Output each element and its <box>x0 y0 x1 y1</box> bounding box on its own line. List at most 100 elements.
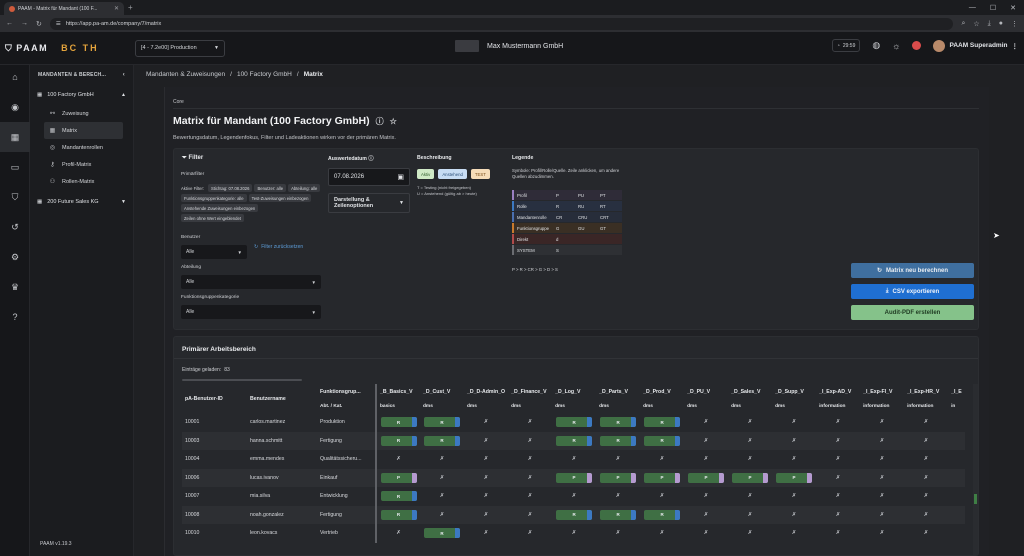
matrix-cell[interactable]: ✗ <box>684 505 729 524</box>
breadcrumb-link-mandanten[interactable]: Mandanten & Zuweisungen <box>146 71 225 78</box>
breadcrumb-link-company[interactable]: 100 Factory GmbH <box>237 71 292 78</box>
matrix-cell[interactable]: R <box>420 431 464 450</box>
session-timer[interactable]: ◔ 29:59 <box>831 39 861 52</box>
matrix-cell[interactable]: ✗ <box>684 413 729 432</box>
user-shield-icon[interactable]: ◉ <box>0 92 30 122</box>
matrix-cell[interactable]: ✗ <box>904 450 949 469</box>
matrix-cell[interactable]: ✗ <box>684 450 729 469</box>
matrix-cell[interactable]: ✗ <box>904 524 949 543</box>
profile-badge[interactable]: P <box>556 472 593 483</box>
user-menu[interactable]: PAAM Superadmin ⋮ <box>933 39 1018 52</box>
table-row[interactable]: 10010 leon.kovacs Vertrieb ✗ R ✗ ✗ ✗ ✗ ✗ ✗ ✗ ✗ ✗ ✗ ✗ <box>182 524 965 543</box>
sidebar-item-matrix[interactable]: ▦ Matrix <box>44 122 123 139</box>
downloads-icon[interactable]: ⤓ <box>988 20 991 28</box>
matrix-cell[interactable]: P <box>596 468 641 487</box>
matrix-cell[interactable]: ✗ <box>860 468 905 487</box>
matrix-cell[interactable]: R <box>376 431 420 450</box>
matrix-cell[interactable]: R <box>552 413 597 432</box>
vertical-scrollbar[interactable] <box>973 384 978 555</box>
maximize-icon[interactable]: ☐ <box>990 4 996 12</box>
matrix-cell[interactable]: ✗ <box>464 487 509 506</box>
matrix-cell[interactable]: ✗ <box>640 524 685 543</box>
site-info-icon[interactable]: ☰ <box>56 21 61 27</box>
matrix-column-header[interactable]: _D_Finance_V <box>508 384 552 399</box>
matrix-cell[interactable]: ✗ <box>376 450 420 469</box>
role-badge[interactable]: R <box>380 417 417 428</box>
matrix-cell[interactable]: P <box>552 468 597 487</box>
matrix-column-header[interactable]: _I_E <box>948 384 965 399</box>
legend-row-profil[interactable]: Profil P PU PT <box>512 190 622 200</box>
matrix-cell[interactable]: R <box>420 524 464 543</box>
reset-filters-link[interactable]: ↻ Filter zurücksetzen <box>254 244 303 250</box>
sidebar-item-profil-matrix[interactable]: ⚷ Profil-Matrix <box>44 156 123 173</box>
matrix-cell[interactable]: ✗ <box>860 524 905 543</box>
matrix-cell[interactable]: ✗ <box>904 487 949 506</box>
role-badge[interactable]: R <box>556 435 593 446</box>
matrix-cell[interactable]: ✗ <box>684 524 729 543</box>
matrix-cell[interactable]: ✗ <box>640 487 685 506</box>
matrix-column-header[interactable]: _D_Log_V <box>552 384 596 399</box>
matrix-column-header[interactable]: _D_PU_V <box>684 384 728 399</box>
matrix-cell[interactable]: ✗ <box>464 450 509 469</box>
role-badge[interactable]: R <box>380 509 417 520</box>
filter-chip[interactable]: Funktionsgruppenkategorie: alle <box>181 194 247 202</box>
shield-icon[interactable]: ⛉ <box>0 182 30 212</box>
matrix-cell[interactable]: ✗ <box>728 431 773 450</box>
matrix-cell[interactable]: R <box>596 413 641 432</box>
matrix-cell[interactable]: ✗ <box>772 487 817 506</box>
matrix-cell[interactable] <box>948 487 965 506</box>
recalc-matrix-button[interactable]: ↻ Matrix neu berechnen <box>851 263 974 278</box>
matrix-cell[interactable]: ✗ <box>772 505 817 524</box>
darstellung-dropdown[interactable]: Darstellung & Zeilenoptionen ▼ <box>328 193 410 213</box>
back-icon[interactable]: ← <box>6 20 13 27</box>
filter-chip[interactable]: Anstehende Zuweisungen einbezogen <box>181 204 259 212</box>
profile-icon[interactable]: ● <box>999 20 1003 28</box>
sidebar-item-zuweisung[interactable]: ⚯ Zuweisung <box>44 105 123 122</box>
matrix-cell[interactable]: ✗ <box>420 450 464 469</box>
role-badge[interactable]: R <box>600 509 637 520</box>
matrix-column-header[interactable]: _I_Exp-HR_V <box>904 384 948 399</box>
matrix-cell[interactable]: ✗ <box>816 487 861 506</box>
matrix-cell[interactable]: R <box>596 505 641 524</box>
new-tab-button[interactable]: + <box>128 3 133 12</box>
horizontal-scrollbar[interactable] <box>182 379 302 381</box>
matrix-column-header[interactable]: _I_Exp-AD_V <box>816 384 860 399</box>
settings-icon[interactable]: ⚙ <box>0 242 30 272</box>
collapse-sidebar-icon[interactable]: ‹ <box>123 72 125 78</box>
column-header[interactable]: Funktionsgrup... <box>317 384 377 399</box>
legend-row-mandantenrolle[interactable]: Mandantenrolle CR CRU CRT <box>512 212 622 222</box>
table-row[interactable]: 10003 hanna.schmitt Fertigung R R ✗ ✗ R R R ✗ ✗ ✗ ✗ ✗ ✗ <box>182 431 965 450</box>
info-icon[interactable]: ⓘ <box>376 116 384 127</box>
profile-badge[interactable]: P <box>380 472 417 483</box>
matrix-column-header[interactable]: _B_Basics_V <box>376 384 420 399</box>
sidebar-group-100[interactable]: ▦ 100 Factory GmbH ▲ <box>30 85 133 105</box>
matrix-cell[interactable]: ✗ <box>860 505 905 524</box>
matrix-cell[interactable]: ✗ <box>816 450 861 469</box>
role-badge[interactable]: R <box>644 435 681 446</box>
matrix-cell[interactable]: ✗ <box>508 468 553 487</box>
matrix-cell[interactable] <box>948 413 965 432</box>
help-icon[interactable]: ? <box>0 302 30 332</box>
matrix-cell[interactable]: ✗ <box>508 524 553 543</box>
calendar-icon[interactable]: ▣ <box>397 173 404 181</box>
matrix-cell[interactable]: ✗ <box>596 487 641 506</box>
role-badge[interactable]: R <box>424 435 460 446</box>
home-icon[interactable]: ⌂ <box>0 62 30 92</box>
browser-tab[interactable]: PAAM - Matrix für Mandant (100 F... ✕ <box>4 2 124 15</box>
matrix-cell[interactable]: R <box>376 413 420 432</box>
crown-icon[interactable]: ♛ <box>0 272 30 302</box>
matrix-cell[interactable]: ✗ <box>772 524 817 543</box>
scroll-thumb[interactable] <box>974 494 977 504</box>
role-badge[interactable]: R <box>600 417 637 428</box>
matrix-cell[interactable] <box>948 431 965 450</box>
matrix-cell[interactable]: ✗ <box>420 505 464 524</box>
matrix-cell[interactable]: ✗ <box>552 450 597 469</box>
logo[interactable]: ⛉ PAAM BC TH <box>0 43 135 54</box>
environment-select[interactable]: [4 - 7.2e00] Production ▼ <box>135 39 225 57</box>
sidebar-group-200[interactable]: ▦ 200 Future Sales KG ▼ <box>30 192 133 212</box>
matrix-cell[interactable]: ✗ <box>464 431 509 450</box>
matrix-cell[interactable]: P <box>772 468 817 487</box>
filter-chip[interactable]: Test-Zuweisungen einbezogen <box>248 194 312 202</box>
matrix-column-header[interactable]: _I_Exp-FI_V <box>860 384 904 399</box>
sidebar-item-mandantenrollen[interactable]: ◎ Mandantenrollen <box>44 139 123 156</box>
